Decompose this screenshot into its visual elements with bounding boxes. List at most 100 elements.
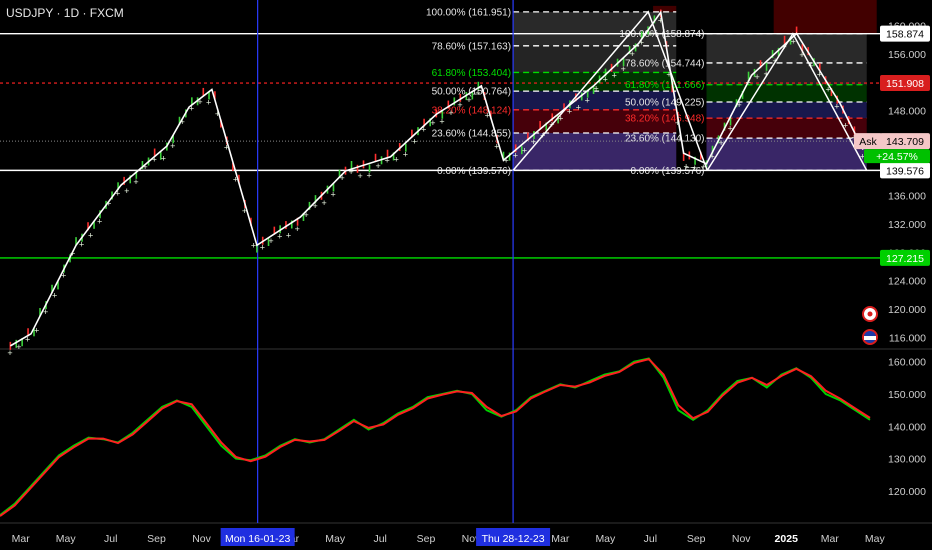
fib-level-label-left: 0.00% (139.576) [437, 166, 511, 177]
parabolic-sar-marker: + [349, 167, 354, 177]
parabolic-sar-marker: + [16, 342, 21, 352]
parabolic-sar-marker: + [612, 71, 617, 81]
fib-level-label-right: 50.00% (149.225) [625, 98, 705, 109]
parabolic-sar-marker: + [421, 125, 426, 135]
alert-icon-dot [867, 311, 873, 317]
fib-level-label-right: 38.20% (146.948) [625, 114, 705, 125]
parabolic-sar-marker: + [303, 210, 308, 220]
sub-y-axis-tick: 160.000 [888, 357, 926, 369]
x-axis-tick: Nov [192, 533, 211, 545]
parabolic-sar-marker: + [189, 103, 194, 113]
x-axis-tick: Jul [644, 533, 657, 545]
parabolic-sar-marker: + [321, 198, 326, 208]
parabolic-sar-marker: + [358, 171, 363, 181]
y-axis-tick: 132.000 [888, 219, 926, 231]
parabolic-sar-marker: + [403, 150, 408, 160]
fib-level-label-right: 61.80% (151.666) [625, 80, 705, 91]
y-axis-tick: 116.000 [889, 332, 926, 344]
x-axis-tick: Jul [104, 533, 117, 545]
parabolic-sar-marker: + [439, 117, 444, 127]
parabolic-sar-marker: + [52, 291, 57, 301]
parabolic-sar-marker: + [34, 326, 39, 336]
parabolic-sar-marker: + [755, 72, 760, 82]
x-axis-tick: May [865, 533, 886, 545]
parabolic-sar-marker: + [330, 190, 335, 200]
parabolic-sar-marker: + [277, 231, 282, 241]
chart-canvas: 100.00% (161.951) 78.60% (157.163) 61.80% … [0, 0, 932, 550]
fib-zone-right [706, 62, 867, 85]
x-axis-tick: Mar [12, 533, 31, 545]
fib-level-label-right: 23.60% (144.130) [625, 134, 705, 145]
fib-level-label-left: 61.80% (153.404) [432, 68, 512, 79]
parabolic-sar-marker: + [180, 117, 185, 127]
price-badge-label: 151.908 [886, 78, 924, 90]
y-axis-tick: 136.000 [888, 191, 926, 203]
date-marker-label: Mon 16-01-23 [225, 533, 291, 545]
y-axis-tick: 148.000 [888, 106, 926, 118]
flag-us-icon-stripe [864, 336, 876, 340]
fib-level-label-left: 78.60% (157.163) [432, 41, 512, 52]
parabolic-sar-marker: + [142, 162, 147, 172]
y-axis-tick: 120.000 [888, 304, 926, 316]
parabolic-sar-marker: + [268, 236, 273, 246]
x-axis-tick: Sep [687, 533, 706, 545]
parabolic-sar-marker: + [367, 170, 372, 180]
parabolic-sar-marker: + [70, 249, 75, 259]
parabolic-sar-marker: + [206, 98, 211, 108]
parabolic-sar-marker: + [286, 231, 291, 241]
parabolic-sar-marker: + [133, 177, 138, 187]
parabolic-sar-marker: + [376, 161, 381, 171]
parabolic-sar-marker: + [152, 155, 157, 165]
fib-level-label-left: 38.20% (148.124) [432, 105, 512, 116]
parabolic-sar-marker: + [7, 348, 12, 358]
parabolic-sar-marker: + [385, 156, 390, 166]
parabolic-sar-marker: + [485, 111, 490, 121]
parabolic-sar-marker: + [504, 156, 509, 166]
parabolic-sar-marker: + [746, 78, 751, 88]
parabolic-sar-marker: + [115, 188, 120, 198]
sub-y-axis-tick: 130.000 [888, 454, 926, 466]
fib-level-label-left: 23.60% (144.855) [432, 128, 512, 139]
parabolic-sar-marker: + [576, 102, 581, 112]
x-axis-tick: Sep [417, 533, 436, 545]
y-axis-tick: 124.000 [888, 276, 926, 288]
parabolic-sar-marker: + [826, 85, 831, 95]
parabolic-sar-marker: + [412, 136, 417, 146]
sub-y-axis-tick: 140.000 [888, 421, 926, 433]
parabolic-sar-marker: + [25, 334, 30, 344]
fib-level-label-right: 78.60% (154.744) [625, 58, 705, 69]
parabolic-sar-marker: + [170, 141, 175, 151]
parabolic-sar-marker: + [817, 69, 822, 79]
parabolic-sar-marker: + [43, 307, 48, 317]
parabolic-sar-marker: + [340, 173, 345, 183]
x-axis-tick: Nov [732, 533, 751, 545]
date-marker-label: Thu 28-12-23 [482, 533, 545, 545]
fib-zone-right [706, 138, 867, 171]
parabolic-sar-marker: + [457, 100, 462, 110]
parabolic-sar-marker: + [233, 174, 238, 184]
parabolic-sar-marker: + [448, 108, 453, 118]
price-badge-label: 139.576 [886, 165, 924, 177]
price-badge-label: 158.874 [886, 29, 924, 41]
parabolic-sar-marker: + [692, 163, 697, 173]
parabolic-sar-marker: + [567, 106, 572, 116]
sub-y-axis-tick: 120.000 [888, 486, 926, 498]
x-axis-tick: Sep [147, 533, 166, 545]
parabolic-sar-marker: + [106, 198, 111, 208]
ask-price-value: 143.709 [886, 136, 924, 148]
fib-level-label-left: 100.00% (161.951) [426, 7, 511, 18]
y-axis-tick: 156.000 [888, 49, 926, 61]
parabolic-sar-marker: + [513, 150, 518, 160]
parabolic-sar-marker: + [260, 243, 265, 253]
ask-label: Ask [859, 136, 877, 148]
parabolic-sar-marker: + [242, 206, 247, 216]
parabolic-sar-marker: + [639, 37, 644, 47]
x-axis-tick: Jul [373, 533, 386, 545]
parabolic-sar-marker: + [88, 230, 93, 240]
symbol-title[interactable]: USDJPY · 1D · FXCM [6, 6, 124, 20]
parabolic-sar-marker: + [430, 118, 435, 128]
parabolic-sar-marker: + [161, 154, 166, 164]
parabolic-sar-marker: + [475, 88, 480, 98]
parabolic-sar-marker: + [585, 96, 590, 106]
x-axis-tick: Mar [551, 533, 570, 545]
